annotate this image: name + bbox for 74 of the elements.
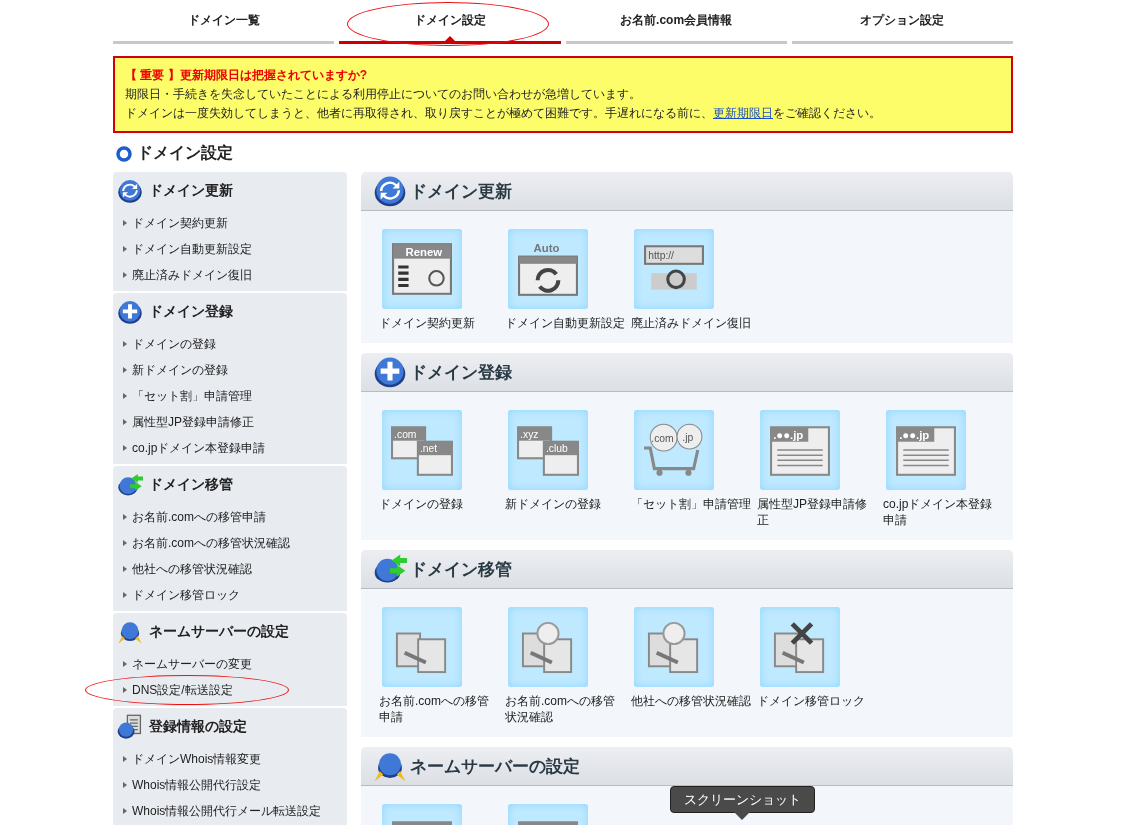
section-title: ドメイン移管 [410, 558, 512, 581]
refresh-icon [117, 178, 143, 204]
sidebar-heading: ネームサーバーの設定 [149, 623, 289, 641]
sidebar-link[interactable]: DNS設定/転送設定 [113, 677, 233, 703]
bullet-icon [123, 514, 127, 520]
menu-tile[interactable]: 他社への移管状況確認 [631, 607, 757, 725]
sidebar-heading: ドメイン登録 [149, 303, 233, 321]
menu-tile[interactable]: お名前.comへの移管状況確認 [505, 607, 631, 725]
sidebar-link[interactable]: 新ドメインの登録 [113, 357, 228, 383]
menu-tile[interactable]: .com .jp 「セット割」申請管理 [631, 410, 757, 528]
bullet-icon [123, 592, 127, 598]
bullet-icon [123, 341, 127, 347]
menu-tile[interactable]: お名前.comへの移管申請 [379, 607, 505, 725]
bullet-icon [123, 782, 127, 788]
menu-tile[interactable]: .●●.jp co.jpドメイン本登録申請 [883, 410, 1009, 528]
notice-text: ドメインは一度失効してしまうと、他者に再取得され、取り戻すことが極めて困難です。手遅れになる前に、更新期限日 をご確認ください。 [125, 105, 882, 122]
sidebar-heading: ドメイン移管 [149, 476, 233, 494]
globe-arrows-icon [117, 619, 143, 645]
menu-tile[interactable]: Auto ドメイン自動更新設定 [505, 229, 631, 331]
deadline-link[interactable]: 更新期限日 [713, 106, 773, 120]
page-title: ドメイン設定 [137, 143, 233, 163]
sidebar-link[interactable]: ドメインWhois情報変更 [113, 746, 262, 772]
bullet-icon [123, 445, 127, 451]
form-magnifier-icon: Renew [391, 242, 453, 296]
sidebar-link[interactable]: Whois情報公開代行メール転送設定 [113, 798, 322, 824]
sidebar-link[interactable]: 「セット割」申請管理 [113, 383, 252, 409]
notice-title: 【 重要 】更新期限日は把握されていますか? [125, 67, 368, 84]
plus-icon [117, 299, 143, 325]
sidebar-heading: ドメイン更新 [149, 182, 233, 200]
sidebar-link[interactable]: ドメイン契約更新 [113, 210, 228, 236]
sidebar-link[interactable]: ドメイン自動更新設定 [113, 236, 252, 262]
bullet-icon [123, 220, 127, 226]
menu-tile[interactable]: http:// 廃止済みドメイン復旧 [631, 229, 757, 331]
sidebar-link[interactable]: 他社への移管状況確認 [113, 556, 252, 582]
menu-tile[interactable]: .com .net ドメインの登録 [379, 410, 505, 528]
globe-arrows-icon [373, 552, 407, 586]
sidebar-link[interactable]: お名前.comへの移管申請 [113, 504, 266, 530]
bullet-icon [123, 687, 127, 693]
sidebar-heading: 登録情報の設定 [149, 718, 247, 736]
sidebar-link[interactable]: co.jpドメイン本登録申請 [113, 435, 266, 461]
bullet-icon [123, 246, 127, 252]
bullet-icon [123, 808, 127, 814]
menu-tile[interactable]: .xyz .club 新ドメインの登録 [505, 410, 631, 528]
menu-tile[interactable]: Renew ドメイン契約更新 [379, 229, 505, 331]
sidebar-link[interactable]: ドメインの登録 [113, 331, 216, 357]
bullet-icon [123, 540, 127, 546]
bullet-icon [123, 661, 127, 667]
menu-tile[interactable]: .●●.jp 属性型JP登録申請修正 [757, 410, 883, 528]
bullet-icon [123, 566, 127, 572]
notice-text: 期限日・手続きを失念していたことによる利用停止についてのお問い合わせが急増しています。 [125, 86, 642, 103]
refresh-icon [373, 174, 407, 208]
sidebar-link[interactable]: ドメイン移管ロック [113, 582, 240, 608]
plus-icon [373, 355, 407, 389]
tooltip-pointer-icon [734, 812, 750, 820]
section-title: ドメイン登録 [410, 361, 512, 384]
ring-icon [116, 145, 132, 162]
bullet-icon [123, 272, 127, 278]
sidebar-link[interactable]: Whois情報公開代行設定 [113, 772, 262, 798]
bullet-icon [123, 393, 127, 399]
window-icon: .●●.jp [895, 423, 957, 477]
bullet-icon [123, 419, 127, 425]
sidebar-link[interactable]: 属性型JP登録申請修正 [113, 409, 254, 435]
pointer-icon [444, 36, 455, 41]
globe-document-icon [117, 714, 143, 740]
sidebar-link[interactable]: ネームサーバーの変更 [113, 651, 252, 677]
bullet-icon [123, 756, 127, 762]
sidebar-link[interactable]: 廃止済みドメイン復旧 [113, 262, 252, 288]
menu-tile[interactable]: ドメイン移管ロック [757, 607, 883, 725]
section-title: ネームサーバーの設定 [410, 755, 580, 778]
section-title: ドメイン更新 [410, 180, 512, 203]
bullet-icon [123, 367, 127, 373]
window-icon: .●●.jp [769, 423, 831, 477]
globe-arrows-icon [117, 472, 143, 498]
sidebar-link[interactable]: お名前.comへの移管状況確認 [113, 530, 290, 556]
